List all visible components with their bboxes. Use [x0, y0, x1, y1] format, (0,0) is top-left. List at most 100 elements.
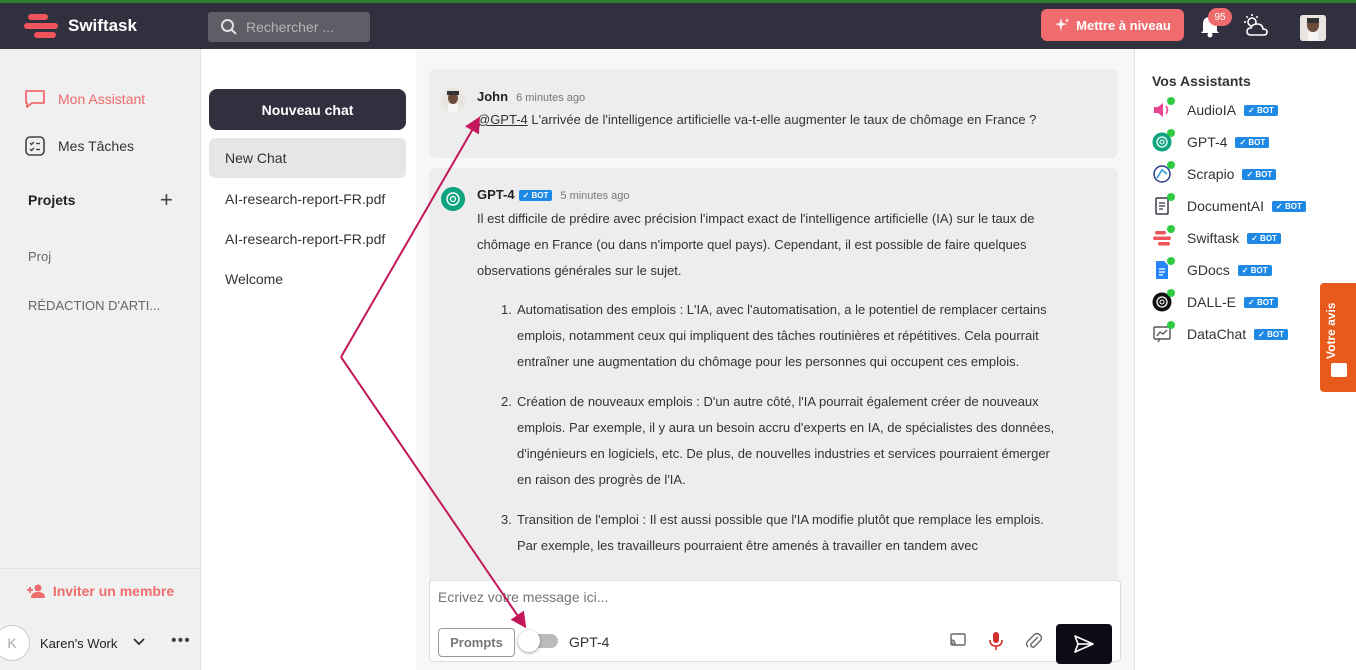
- openai-icon: [441, 187, 465, 211]
- invite-label: Inviter un membre: [52, 582, 175, 599]
- bot-message: GPT-4 ✓ BOT 5 minutes ago Il est difficile…: [429, 168, 1118, 588]
- assistant-item-audioia[interactable]: AudioIA ✓ BOT: [1152, 97, 1278, 120]
- user-avatar[interactable]: [1300, 15, 1326, 41]
- more-options-icon[interactable]: •••: [171, 632, 191, 650]
- brand-name: Swiftask: [68, 16, 137, 35]
- online-status-dot: [1167, 321, 1175, 329]
- new-chat-button[interactable]: Nouveau chat: [209, 89, 406, 130]
- online-status-dot: [1167, 129, 1175, 137]
- send-icon: [1074, 635, 1094, 653]
- workspace-switcher[interactable]: K Karen's Work •••: [0, 620, 201, 670]
- bot-message-header: GPT-4 ✓ BOT 5 minutes ago: [477, 187, 630, 202]
- upgrade-button[interactable]: Mettre à niveau: [1041, 9, 1184, 41]
- bot-badge: ✓ BOT: [1254, 328, 1288, 340]
- user-message-avatar: [441, 88, 465, 112]
- weather-icon[interactable]: [1243, 13, 1269, 39]
- feedback-icon: [1331, 363, 1347, 377]
- bot-badge: ✓ BOT: [1242, 168, 1277, 180]
- list-item-number: 2.: [501, 394, 512, 409]
- assistant-name: Swiftask: [1187, 230, 1240, 246]
- assistants-title: Vos Assistants: [1152, 73, 1251, 89]
- list-item-text: Transition de l'emploi : Il est aussi po…: [517, 512, 1044, 553]
- bot-intro-line-2: chômage en France (ou dans n'importe que…: [477, 237, 1027, 252]
- document-icon: [1152, 193, 1175, 216]
- chevron-down-icon[interactable]: [132, 634, 146, 648]
- prompts-button[interactable]: Prompts: [438, 628, 515, 657]
- project-item-redaction[interactable]: RÉDACTION D'ARTI...: [28, 298, 160, 313]
- feedback-label: Votre avis: [1324, 302, 1338, 359]
- model-label: GPT-4: [569, 634, 610, 650]
- left-sidebar: Mon Assistant Mes Tâches Projets + Proj …: [0, 49, 201, 670]
- message-input[interactable]: [438, 589, 1108, 605]
- projects-heading: Projets: [28, 192, 76, 208]
- assistant-item-gdocs[interactable]: GDocs ✓ BOT: [1152, 257, 1272, 280]
- assistant-item-swiftask[interactable]: Swiftask ✓ BOT: [1152, 225, 1281, 248]
- bot-badge: ✓ BOT: [1272, 200, 1306, 212]
- bot-badge: ✓ BOT: [1235, 136, 1270, 148]
- workspace-name: Karen's Work: [40, 636, 118, 651]
- bot-intro-line-1: Il est difficile de prédire avec précisi…: [477, 211, 1035, 226]
- model-toggle[interactable]: [518, 630, 558, 652]
- add-project-icon[interactable]: +: [160, 189, 173, 211]
- list-item: 2. Création de nouveaux emplois : D'un au…: [501, 389, 1061, 493]
- notification-badge: 95: [1208, 8, 1232, 26]
- assistant-item-documentai[interactable]: DocumentAI ✓ BOT: [1152, 193, 1306, 216]
- search-bar[interactable]: Rechercher ...: [208, 12, 370, 42]
- online-status-dot: [1167, 97, 1175, 105]
- brand-logo[interactable]: Swiftask: [24, 12, 137, 40]
- user-message-header: John 6 minutes ago: [477, 89, 585, 104]
- bot-message-intro: Il est difficile de prédire avec précisi…: [477, 206, 1097, 284]
- bot-badge: ✓ BOT: [518, 190, 553, 202]
- chat-bubble-icon: [25, 90, 45, 108]
- bot-message-avatar: [441, 187, 465, 211]
- assistant-item-gpt-4[interactable]: GPT-4 ✓ BOT: [1152, 129, 1270, 152]
- speaker-icon: [1152, 97, 1175, 120]
- invite-member-button[interactable]: Inviter un membre: [0, 568, 201, 612]
- list-item: 1. Automatisation des emplois : L'IA, ave…: [501, 297, 1061, 375]
- top-bar: Swiftask Rechercher ... Mettre à niveau …: [0, 3, 1356, 49]
- list-item-text: Automatisation des emplois : L'IA, avec …: [517, 302, 1047, 369]
- cast-icon[interactable]: [949, 631, 967, 649]
- assistant-name: DataChat: [1187, 326, 1247, 342]
- assistant-item-dall-e[interactable]: DALL-E ✓ BOT: [1152, 289, 1278, 312]
- chat-item-new-chat[interactable]: New Chat: [209, 138, 406, 178]
- gpt4-mention[interactable]: @GPT-4: [477, 112, 528, 127]
- scrapio-icon: [1152, 161, 1175, 184]
- chat-item-welcome[interactable]: Welcome: [209, 259, 406, 299]
- paperclip-icon[interactable]: [1025, 631, 1043, 651]
- openai-icon: [1152, 129, 1175, 152]
- nav-item-mon-assistant[interactable]: Mon Assistant: [24, 89, 145, 109]
- online-status-dot: [1167, 257, 1175, 265]
- bot-badge: ✓ BOT: [1237, 264, 1272, 276]
- list-item-number: 1.: [501, 302, 512, 317]
- user-message-text: @GPT-4 L'arrivée de l'intelligence artif…: [477, 107, 1036, 133]
- workspace-avatar: K: [0, 625, 30, 661]
- bot-message-time: 5 minutes ago: [560, 190, 630, 202]
- nav-label-mon-assistant: Mon Assistant: [58, 91, 146, 107]
- chat-item-ai-research-2[interactable]: AI-research-report-FR.pdf: [209, 219, 406, 259]
- assistant-name: Scrapio: [1187, 166, 1235, 182]
- gdocs-icon: [1152, 257, 1175, 280]
- user-message-time: 6 minutes ago: [516, 92, 586, 104]
- project-item-proj[interactable]: Proj: [28, 249, 51, 264]
- datachat-icon: [1152, 321, 1175, 344]
- chat-item-ai-research-1[interactable]: AI-research-report-FR.pdf: [209, 179, 406, 219]
- openai-icon: [1152, 289, 1175, 312]
- bot-message-author: GPT-4: [477, 187, 515, 202]
- add-user-icon: [26, 584, 45, 598]
- microphone-icon[interactable]: [987, 631, 1005, 651]
- bot-badge: ✓ BOT: [1244, 104, 1278, 116]
- assistant-name: GPT-4: [1187, 134, 1228, 150]
- bot-intro-line-3: observations générales sur le sujet.: [477, 263, 682, 278]
- nav-item-mes-taches[interactable]: Mes Tâches: [24, 136, 134, 156]
- online-status-dot: [1167, 225, 1175, 233]
- online-status-dot: [1167, 289, 1175, 297]
- task-list-icon: [25, 136, 45, 156]
- feedback-tab[interactable]: Votre avis: [1320, 283, 1356, 392]
- send-button[interactable]: [1056, 624, 1112, 664]
- assistant-name: GDocs: [1187, 262, 1230, 278]
- online-status-dot: [1167, 161, 1175, 169]
- nav-label-mes-taches: Mes Tâches: [58, 138, 134, 154]
- assistant-item-scrapio[interactable]: Scrapio ✓ BOT: [1152, 161, 1277, 184]
- assistant-item-datachat[interactable]: DataChat ✓ BOT: [1152, 321, 1288, 344]
